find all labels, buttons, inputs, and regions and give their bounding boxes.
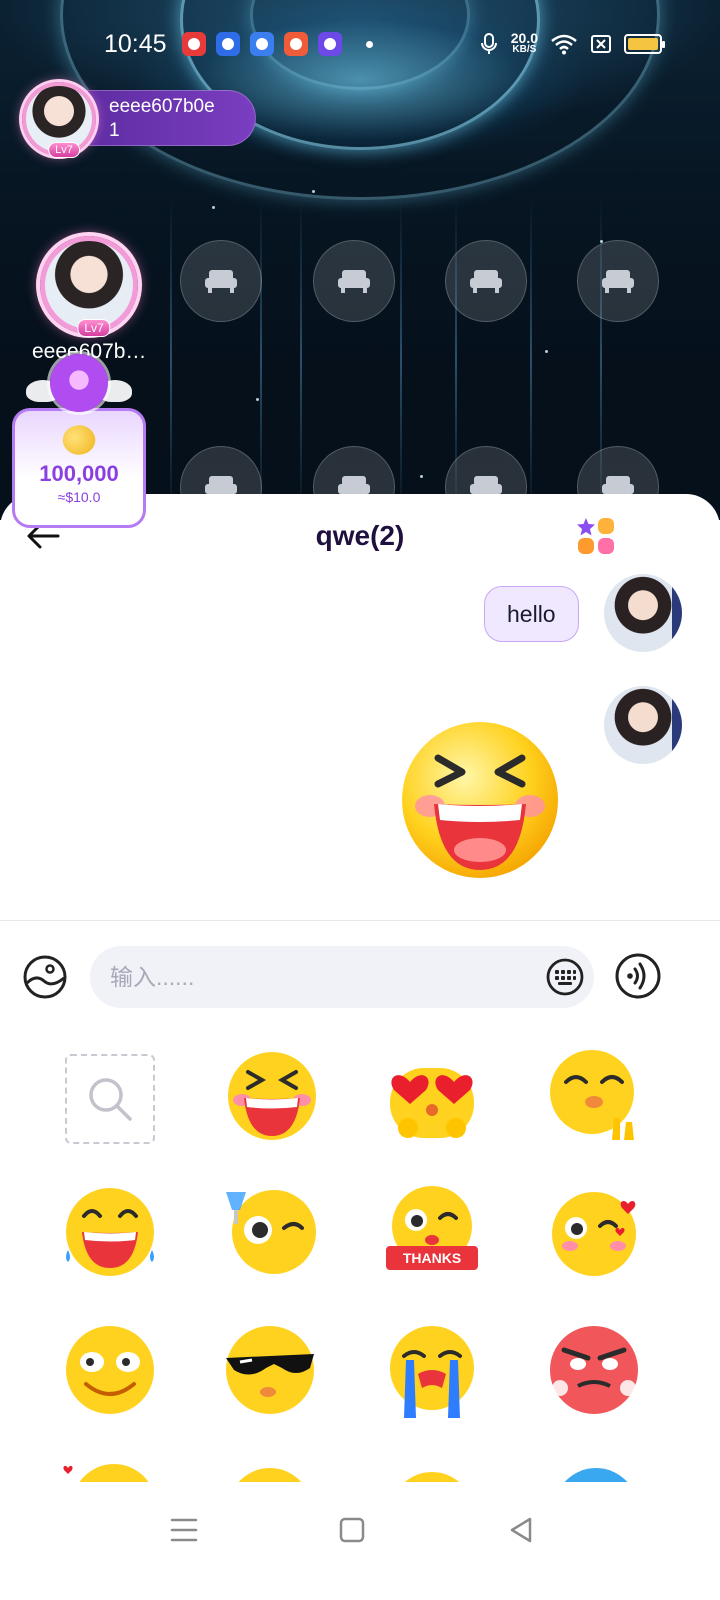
host-viewer-count: 1 xyxy=(109,120,120,141)
tears-of-joy-emoji[interactable] xyxy=(62,1184,158,1280)
gallery-icon[interactable] xyxy=(22,954,68,1000)
light-stream xyxy=(400,200,402,520)
browser-app-icon xyxy=(250,32,274,56)
network-speed: 20.0 KB/S xyxy=(510,30,538,56)
seat-owner-level-badge: Lv7 xyxy=(77,319,111,337)
my-avatar[interactable] xyxy=(604,574,682,652)
more-notifications-dot xyxy=(366,40,373,48)
no-sim-icon xyxy=(591,35,611,53)
empty-seat[interactable] xyxy=(313,240,395,322)
host-avatar[interactable]: Lv7 xyxy=(22,82,96,158)
voice-icon[interactable] xyxy=(614,952,662,1000)
menu-icon[interactable] xyxy=(164,1510,204,1550)
baidu-app-icon xyxy=(182,32,206,56)
network-speed-value: 20.0 xyxy=(510,30,538,46)
mascot-icon xyxy=(50,354,108,412)
sparkle xyxy=(256,398,259,401)
private-chat-panel: qwe(2) hello 输入...... THANKS xyxy=(0,494,720,1600)
sofa-icon xyxy=(205,270,237,293)
sparkle xyxy=(545,350,548,353)
microphone-icon xyxy=(480,33,497,54)
thanks-sign-emoji[interactable]: THANKS xyxy=(384,1184,480,1280)
more-apps-icon[interactable] xyxy=(576,516,616,556)
silly-eyes-emoji[interactable] xyxy=(62,1322,158,1418)
divider xyxy=(0,920,720,921)
wink-heart-emoji[interactable] xyxy=(548,1184,644,1280)
planet-app-icon xyxy=(318,32,342,56)
host-name: eeee607b0e xyxy=(109,96,215,117)
player-app-icon xyxy=(216,32,240,56)
status-time: 10:45 xyxy=(104,29,167,58)
light-stream xyxy=(260,200,262,520)
light-stream xyxy=(300,200,302,520)
empty-seat[interactable] xyxy=(445,240,527,322)
partial-emoji[interactable] xyxy=(62,1458,158,1482)
coin-bean-icon xyxy=(58,419,100,461)
partial-emoji[interactable] xyxy=(384,1458,480,1482)
my-avatar[interactable] xyxy=(604,686,682,764)
sunglasses-emoji[interactable] xyxy=(222,1322,318,1418)
coin-amount: 100,000 xyxy=(39,461,119,486)
sparkle xyxy=(212,206,215,209)
notification-app-icons xyxy=(182,32,342,56)
light-stream xyxy=(530,200,532,520)
system-nav-bar xyxy=(0,1482,720,1600)
message-input[interactable] xyxy=(110,946,530,1008)
partial-emoji[interactable] xyxy=(548,1458,644,1482)
empty-seat[interactable] xyxy=(577,240,659,322)
chat-message-text: hello xyxy=(507,600,556,627)
laughing-squint-emoji[interactable] xyxy=(400,720,560,880)
status-bar: 10:45 20.0 KB/S xyxy=(0,22,720,66)
light-stream xyxy=(170,200,172,520)
cheers-wink-emoji[interactable] xyxy=(222,1184,318,1280)
sparkle xyxy=(312,190,315,193)
game-app-icon xyxy=(284,32,308,56)
chat-message-bubble[interactable]: hello xyxy=(484,586,579,642)
message-input-wrapper xyxy=(90,946,594,1008)
coin-usd-value: ≈$10.0 xyxy=(57,489,101,505)
sparkle xyxy=(420,475,423,478)
status-right: 20.0 KB/S xyxy=(479,30,665,56)
sofa-icon xyxy=(602,270,634,293)
emoji-search-button[interactable] xyxy=(65,1054,155,1144)
partial-emoji[interactable] xyxy=(222,1458,318,1482)
crying-emoji[interactable] xyxy=(384,1322,480,1418)
empty-seat[interactable] xyxy=(180,240,262,322)
seat-owner-avatar[interactable]: Lv7 xyxy=(40,236,138,337)
home-icon[interactable] xyxy=(332,1510,372,1550)
coin-reward-card[interactable]: 100,000 ≈$10.0 xyxy=(12,408,146,528)
heart-eyes-emoji[interactable] xyxy=(384,1048,480,1144)
laughing-squint-emoji[interactable] xyxy=(224,1048,320,1144)
wifi-icon xyxy=(551,34,577,55)
shy-hands-emoji[interactable] xyxy=(548,1048,644,1144)
host-level-badge: Lv7 xyxy=(48,142,80,158)
search-icon xyxy=(89,1078,132,1121)
back-triangle-icon[interactable] xyxy=(502,1510,542,1550)
thanks-label: THANKS xyxy=(403,1250,461,1266)
sofa-icon xyxy=(338,270,370,293)
angry-red-emoji[interactable] xyxy=(548,1322,644,1418)
sofa-icon xyxy=(470,270,502,293)
keyboard-icon[interactable] xyxy=(546,958,584,996)
battery-icon xyxy=(624,34,665,54)
network-speed-unit: KB/S xyxy=(512,44,537,55)
emoji-panel: THANKS xyxy=(0,1034,720,1482)
